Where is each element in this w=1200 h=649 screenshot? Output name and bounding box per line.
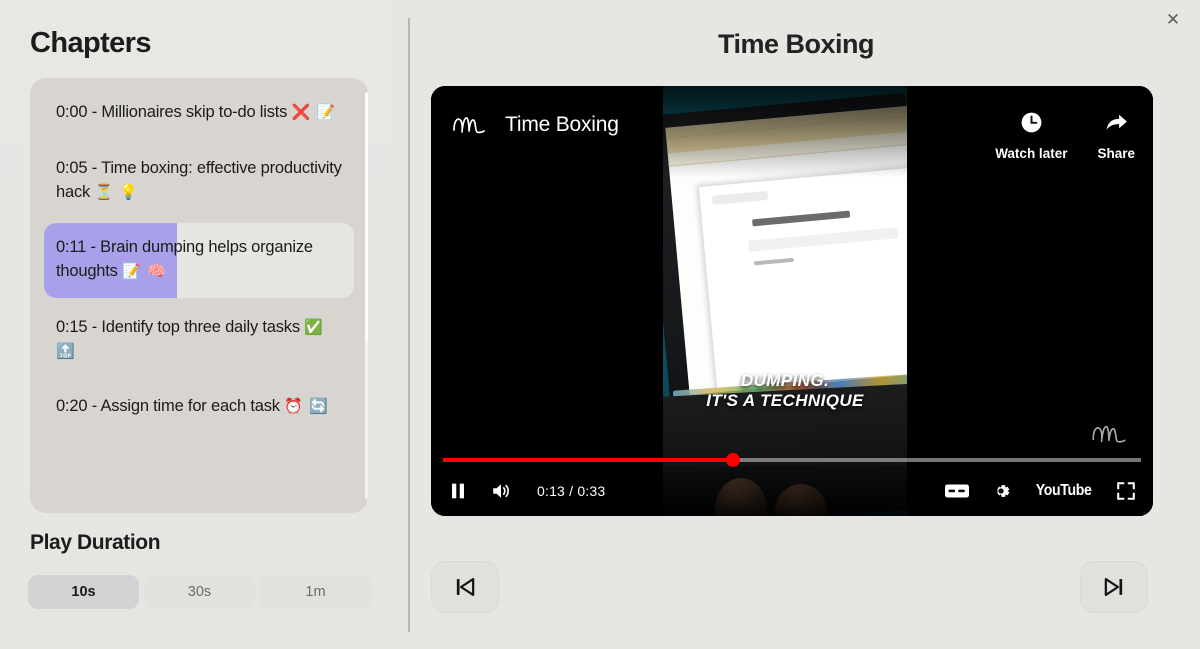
list-item[interactable]: 0:15 - Identify top three daily tasks ✅ … xyxy=(44,303,354,378)
player-controls-right: YouTube xyxy=(944,480,1137,502)
video-panel: Time Boxing DUMPING. IT'S A TECHNIQUE Ti… xyxy=(392,0,1200,649)
page-title: Chapters xyxy=(30,27,152,59)
skip-previous-icon xyxy=(456,577,475,597)
chapters-scroll-area[interactable]: 0:00 - Millionaires skip to-do lists ❌ 📝… xyxy=(30,78,368,513)
chapters-scrollbar-thumb[interactable] xyxy=(365,92,368,342)
watch-later-label: Watch later xyxy=(995,146,1068,161)
app-root: ✕ Chapters 0:00 - Millionaires skip to-d… xyxy=(0,0,1200,649)
clock-icon xyxy=(1019,110,1044,140)
video-still-image xyxy=(663,86,907,516)
chapter-label: 0:15 - Identify top three daily tasks ✅ … xyxy=(56,316,342,364)
time-display: 0:13 / 0:33 xyxy=(537,483,606,499)
progress-scrubber[interactable] xyxy=(725,453,740,467)
player-top-actions: Watch later Share xyxy=(995,110,1135,161)
pause-button[interactable] xyxy=(447,480,469,502)
panel-divider xyxy=(408,18,410,632)
chapter-text: 0:00 - Millionaires skip to-do lists xyxy=(56,103,288,121)
player-controls-left: 0:13 / 0:33 xyxy=(447,480,605,502)
channel-watermark-icon[interactable] xyxy=(1089,419,1131,454)
fullscreen-icon[interactable] xyxy=(1115,480,1137,502)
skip-next-icon xyxy=(1104,577,1123,597)
settings-gear-icon[interactable] xyxy=(990,480,1012,502)
video-title: Time Boxing xyxy=(717,29,875,59)
chapter-text: 0:20 - Assign time for each task xyxy=(56,397,280,416)
volume-button[interactable] xyxy=(489,480,513,502)
watch-later-button[interactable]: Watch later xyxy=(995,110,1067,161)
chapter-label: 0:00 - Millionaires skip to-do lists ❌ 📝 xyxy=(56,101,342,125)
list-item[interactable]: 0:00 - Millionaires skip to-do lists ❌ 📝 xyxy=(44,88,354,139)
chapter-text: 0:11 - Brain dumping helps organize thou… xyxy=(56,238,313,280)
chapter-emoji: ⏰ 🔄 xyxy=(284,398,329,416)
next-chapter-button[interactable] xyxy=(1080,561,1148,613)
chapter-text: 0:15 - Identify top three daily tasks xyxy=(56,317,300,336)
duration-option-1m[interactable]: 1m xyxy=(260,575,371,609)
chapters-panel: Chapters 0:00 - Millionaires skip to-do … xyxy=(0,0,392,649)
previous-chapter-button[interactable] xyxy=(431,561,499,613)
chapter-label: 0:20 - Assign time for each task ⏰ 🔄 xyxy=(56,395,342,419)
list-item[interactable]: 0:05 - Time boxing: effective productivi… xyxy=(44,144,354,219)
chapter-emoji: 📝 🧠 xyxy=(122,263,167,280)
youtube-label[interactable]: YouTube xyxy=(1036,482,1092,500)
video-progress-bar[interactable] xyxy=(443,453,1141,467)
chapter-emoji: ❌ 📝 xyxy=(291,104,337,121)
chapters-list: 0:00 - Millionaires skip to-do lists ❌ 📝… xyxy=(30,78,368,513)
list-item-active[interactable]: 0:11 - Brain dumping helps organize thou… xyxy=(44,223,354,298)
duration-option-10s[interactable]: 10s xyxy=(28,575,139,609)
close-icon[interactable]: ✕ xyxy=(1160,6,1186,32)
chapter-label: 0:11 - Brain dumping helps organize thou… xyxy=(56,236,342,284)
player-controls: 0:13 / 0:33 YouTube xyxy=(431,466,1153,516)
video-player[interactable]: DUMPING. IT'S A TECHNIQUE Time Boxing Wa… xyxy=(431,86,1153,516)
share-label: Share xyxy=(1097,146,1135,161)
chapter-label: 0:05 - Time boxing: effective productivi… xyxy=(56,157,342,205)
progress-fill xyxy=(443,458,733,462)
chapters-scrollbar[interactable] xyxy=(365,92,368,500)
share-arrow-icon xyxy=(1104,110,1129,140)
list-item[interactable]: 0:20 - Assign time for each task ⏰ 🔄 xyxy=(44,382,354,433)
share-button[interactable]: Share xyxy=(1097,110,1135,161)
duration-option-30s[interactable]: 30s xyxy=(144,575,255,609)
play-duration-heading: Play Duration xyxy=(30,531,161,554)
player-brand[interactable]: Time Boxing xyxy=(449,110,619,140)
captions-icon[interactable] xyxy=(944,481,970,501)
channel-logo-icon xyxy=(449,110,491,140)
chapter-emoji: ⏳ 💡 xyxy=(94,183,139,201)
play-duration-options: 10s 30s 1m xyxy=(28,575,371,609)
channel-name: Time Boxing xyxy=(505,113,619,136)
